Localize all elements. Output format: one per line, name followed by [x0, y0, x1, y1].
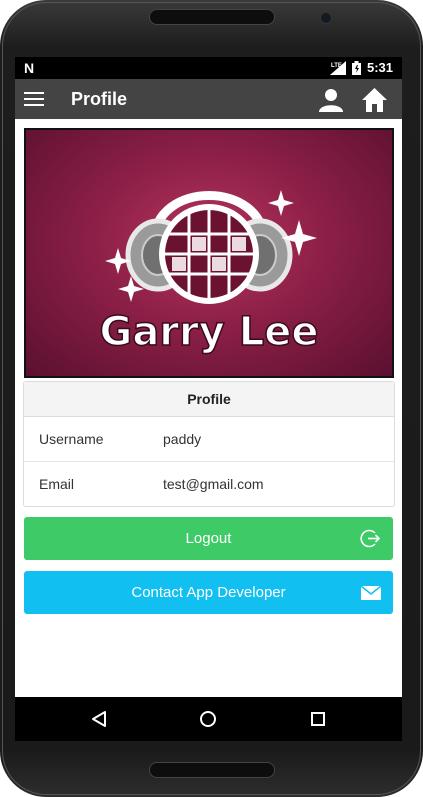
home-icon[interactable] [361, 87, 388, 113]
android-nav-bar [15, 697, 402, 741]
banner-logo-text: Garry Lee [99, 309, 318, 355]
username-row: Username paddy [24, 417, 394, 462]
app-bar: Profile [15, 79, 402, 119]
profile-banner-image: Garry Lee [24, 128, 394, 378]
status-icons: LTE 5:31 [329, 60, 393, 75]
status-time: 5:31 [366, 60, 393, 75]
email-value: test@gmail.com [163, 476, 264, 492]
network-type: LTE [331, 63, 342, 69]
phone-frame: N LTE 5:31 Profile Garry Lee Profile Use… [0, 0, 423, 797]
page-title: Profile [71, 89, 128, 109]
battery-icon [351, 60, 361, 75]
person-icon[interactable] [318, 87, 344, 113]
garry-lee-logo: Garry Lee [99, 190, 319, 356]
signal-icon: LTE [329, 60, 346, 75]
contact-developer-button[interactable]: Contact App Developer [24, 571, 393, 614]
email-row: Email test@gmail.com [24, 462, 394, 506]
back-triangle-icon[interactable] [90, 710, 108, 728]
phone-screen: N LTE 5:31 Profile Garry Lee Profile Use… [15, 57, 402, 741]
front-camera [320, 12, 332, 24]
recents-square-icon[interactable] [309, 710, 327, 728]
status-bar: N LTE 5:31 [15, 57, 402, 79]
username-label: Username [39, 431, 104, 447]
logout-button[interactable]: Logout [24, 517, 393, 560]
username-value: paddy [163, 431, 202, 447]
top-speaker [149, 9, 275, 25]
hamburger-menu-icon[interactable] [24, 92, 44, 107]
bottom-speaker [149, 762, 275, 778]
profile-card: Profile Username paddy Email test@gmail.… [23, 381, 395, 507]
logout-icon [360, 529, 381, 548]
card-header: Profile [24, 382, 394, 417]
contact-label: Contact App Developer [131, 584, 286, 601]
n-notification-icon: N [24, 60, 35, 76]
logout-label: Logout [185, 530, 232, 547]
mail-icon [361, 586, 381, 600]
email-label: Email [39, 476, 75, 492]
home-circle-icon[interactable] [199, 710, 217, 728]
